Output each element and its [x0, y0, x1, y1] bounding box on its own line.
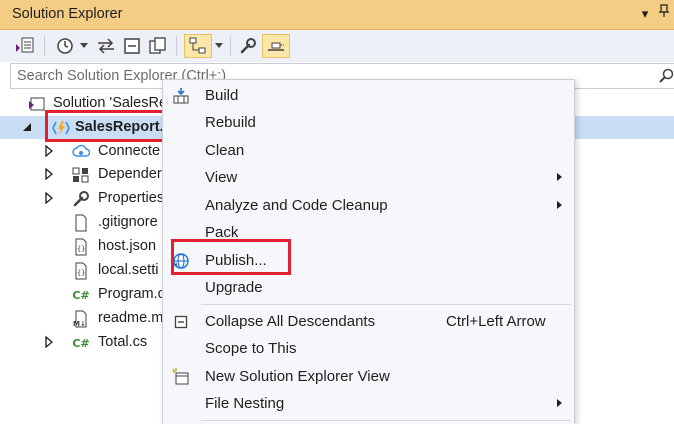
- tree-item-label: Program.c: [98, 286, 165, 302]
- filter-pending-changes-icon[interactable]: [184, 34, 212, 58]
- title-bar: Solution Explorer ▾: [0, 0, 674, 30]
- menu-label: Collapse All Descendants: [205, 313, 376, 330]
- expand-arrow-icon[interactable]: [42, 335, 56, 349]
- expand-arrow-icon[interactable]: [42, 191, 56, 205]
- menu-label: Analyze and Code Cleanup: [205, 197, 388, 214]
- menu-label: Build: [205, 87, 239, 104]
- switch-views-icon[interactable]: [12, 34, 38, 58]
- expand-arrow-icon[interactable]: [42, 167, 56, 181]
- project-label: SalesReport.: [75, 119, 164, 135]
- build-icon: [171, 86, 191, 106]
- menu-item-publish[interactable]: Publish...: [163, 247, 574, 274]
- collapse-all-icon[interactable]: [120, 34, 144, 58]
- properties-wrench-icon[interactable]: [236, 34, 260, 58]
- menu-item-file-nesting[interactable]: File Nesting: [163, 390, 574, 417]
- submenu-arrow-icon: [557, 201, 562, 209]
- menu-label: Clean: [205, 142, 245, 159]
- menu-label: View: [205, 169, 238, 186]
- properties-wrench-icon: [72, 190, 90, 208]
- submenu-arrow-icon: [557, 399, 562, 407]
- history-dropdown-icon[interactable]: [78, 34, 90, 58]
- solution-label: Solution 'SalesRe: [53, 95, 168, 111]
- svg-text:{}: {}: [77, 269, 85, 277]
- show-all-files-icon[interactable]: [146, 34, 170, 58]
- expand-arrow-icon[interactable]: [42, 144, 56, 158]
- solution-explorer-toolbar: [0, 30, 674, 62]
- menu-item-collapse-all[interactable]: Collapse All Descendants Ctrl+Left Arrow: [163, 308, 574, 335]
- menu-item-view[interactable]: View: [163, 164, 574, 191]
- menu-label: Publish...: [205, 252, 267, 269]
- menu-item-new-view[interactable]: New Solution Explorer View: [163, 363, 574, 390]
- new-explorer-view-icon: [171, 367, 191, 387]
- collapse-all-icon: [171, 312, 191, 332]
- context-menu: Build Rebuild Clean View Analyze and Cod…: [162, 79, 575, 424]
- menu-label: Upgrade: [205, 279, 263, 296]
- json-file-icon: {}: [72, 262, 90, 280]
- window-title: Solution Explorer: [12, 6, 123, 22]
- window-position-dropdown-icon[interactable]: ▾: [636, 4, 654, 24]
- tree-item-label: readme.m: [98, 310, 164, 326]
- preview-selected-items-icon[interactable]: [262, 34, 290, 58]
- menu-shortcut: Ctrl+Left Arrow: [446, 313, 546, 330]
- menu-item-analyze[interactable]: Analyze and Code Cleanup: [163, 192, 574, 219]
- tree-item-label: .gitignore: [98, 214, 158, 230]
- csharp-file-icon: C#: [72, 288, 90, 302]
- history-clock-icon[interactable]: [52, 34, 78, 58]
- tree-item-label: Total.cs: [98, 334, 148, 350]
- filter-dropdown-icon[interactable]: [213, 34, 225, 58]
- menu-separator: [201, 304, 571, 305]
- tree-item-label: Connecte: [98, 143, 161, 159]
- svg-text:{}: {}: [77, 245, 85, 253]
- menu-item-upgrade[interactable]: Upgrade: [163, 274, 574, 301]
- dependencies-icon: [72, 166, 90, 184]
- tree-item-label: Properties: [98, 190, 165, 206]
- tree-item-label: host.json: [98, 238, 157, 254]
- collapse-arrow-icon[interactable]: [20, 120, 34, 134]
- csharp-file-icon: C#: [72, 336, 90, 350]
- menu-label: File Nesting: [205, 395, 285, 412]
- tree-item-label: Depender: [98, 166, 162, 182]
- sync-with-active-document-icon[interactable]: [94, 34, 118, 58]
- connected-services-icon: [72, 143, 90, 161]
- menu-item-rebuild[interactable]: Rebuild: [163, 109, 574, 136]
- menu-item-scope-to-this[interactable]: Scope to This: [163, 335, 574, 362]
- svg-text:M↓: M↓: [73, 320, 86, 328]
- menu-item-pack[interactable]: Pack: [163, 219, 574, 246]
- azure-function-project-icon: [52, 119, 70, 137]
- menu-label: Rebuild: [205, 114, 256, 131]
- tree-item-label: local.setti: [98, 262, 159, 278]
- menu-item-build[interactable]: Build: [163, 82, 574, 109]
- submenu-arrow-icon: [557, 173, 562, 181]
- menu-label: Scope to This: [205, 340, 297, 357]
- pin-icon[interactable]: [655, 4, 673, 24]
- publish-globe-icon: [171, 251, 191, 271]
- visual-studio-solution-icon: [28, 95, 46, 113]
- json-file-icon: {}: [72, 238, 90, 256]
- file-icon: [72, 214, 90, 232]
- menu-separator: [201, 420, 571, 421]
- menu-item-clean[interactable]: Clean: [163, 137, 574, 164]
- menu-label: Pack: [205, 224, 239, 241]
- search-icon[interactable]: [658, 67, 674, 89]
- menu-label: New Solution Explorer View: [205, 368, 390, 385]
- markdown-file-icon: M↓: [72, 310, 90, 328]
